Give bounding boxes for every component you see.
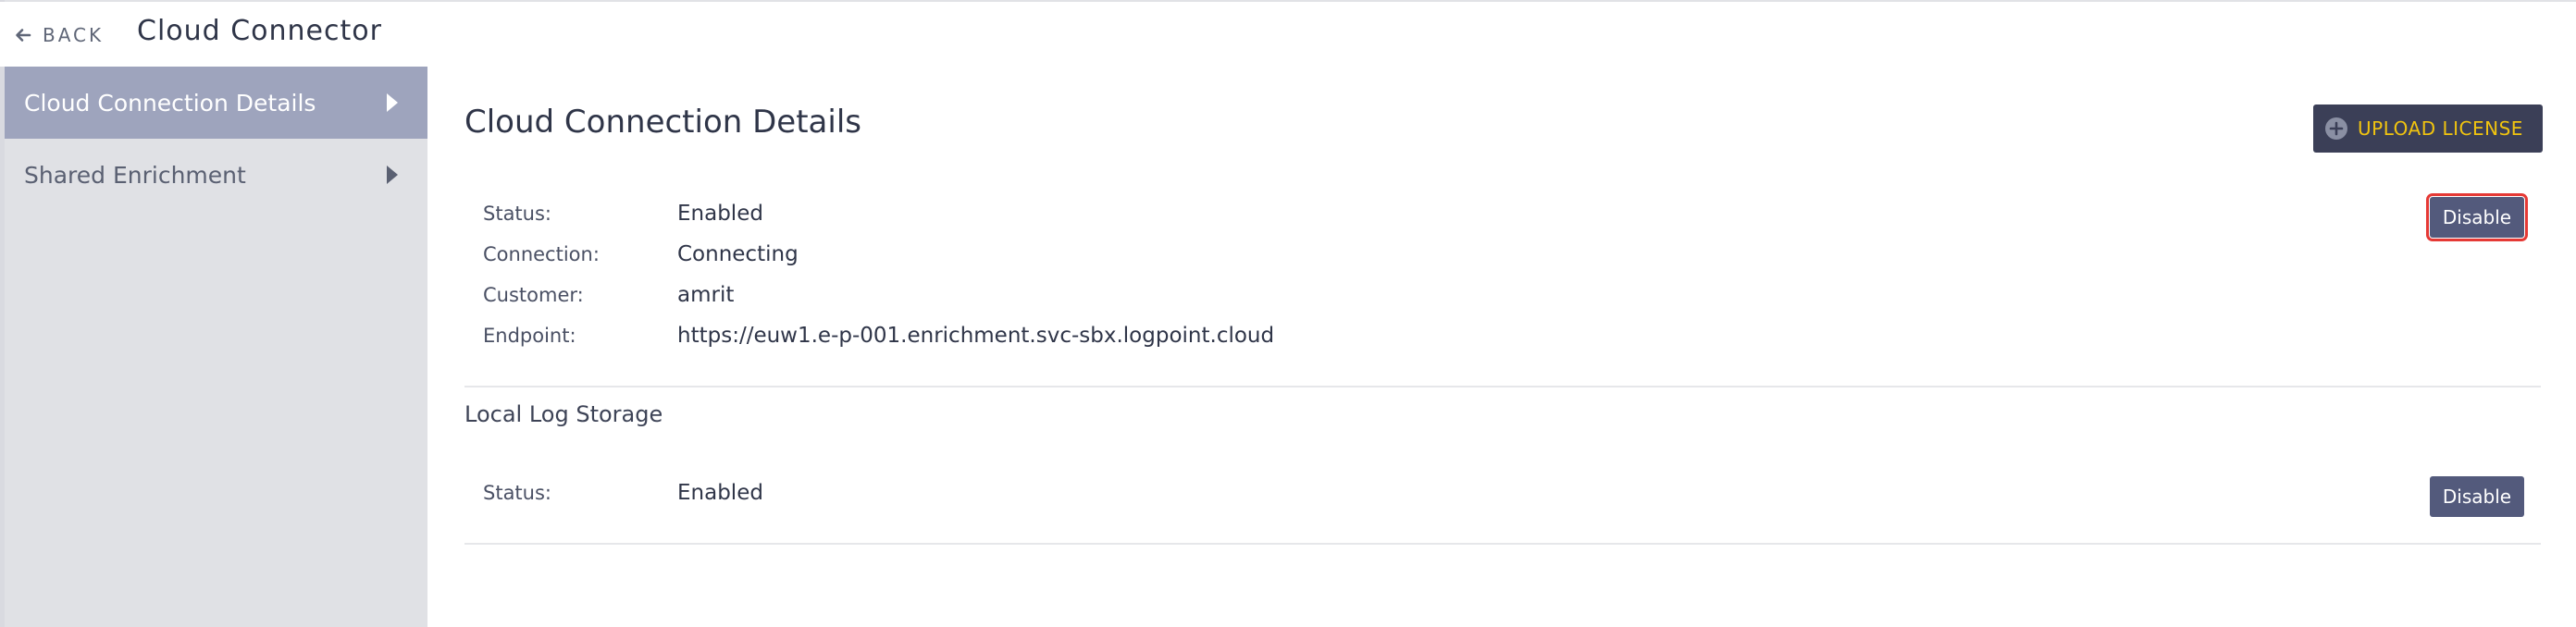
back-button[interactable]: BACK bbox=[15, 24, 104, 46]
section-divider bbox=[464, 543, 2541, 545]
sidebar-item-shared-enrichment[interactable]: Shared Enrichment bbox=[5, 139, 427, 211]
caret-right-icon bbox=[387, 93, 398, 112]
customer-value: amrit bbox=[677, 283, 735, 307]
disable-local-log-storage-button[interactable]: Disable bbox=[2430, 476, 2524, 517]
main-content: Cloud Connection Details UPLOAD LICENSE … bbox=[464, 67, 2543, 627]
plus-circle-icon bbox=[2325, 117, 2347, 140]
endpoint-row: Endpoint: https://euw1.e-p-001.enrichmen… bbox=[483, 322, 1274, 350]
disable-cloud-connection-button[interactable]: Disable bbox=[2426, 193, 2528, 241]
sidebar-item-label: Shared Enrichment bbox=[24, 161, 246, 189]
caret-right-icon bbox=[387, 166, 398, 184]
top-bar: BACK Cloud Connector bbox=[0, 2, 2576, 67]
customer-row: Customer: amrit bbox=[483, 281, 734, 309]
status-row: Status: Enabled bbox=[483, 200, 763, 227]
back-label: BACK bbox=[43, 24, 105, 46]
upload-license-label: UPLOAD LICENSE bbox=[2358, 117, 2523, 140]
status-value: Enabled bbox=[677, 202, 763, 226]
arrow-left-icon bbox=[16, 29, 31, 42]
upload-license-button[interactable]: UPLOAD LICENSE bbox=[2313, 104, 2543, 153]
sidebar-item-cloud-connection-details[interactable]: Cloud Connection Details bbox=[5, 67, 427, 139]
connection-row: Connection: Connecting bbox=[483, 240, 799, 268]
local-log-storage-title: Local Log Storage bbox=[464, 401, 663, 427]
local-status-label: Status: bbox=[483, 482, 551, 504]
status-label: Status: bbox=[483, 203, 551, 225]
connection-value: Connecting bbox=[677, 242, 799, 266]
sidebar: Cloud Connection Details Shared Enrichme… bbox=[5, 67, 427, 627]
section-divider bbox=[464, 386, 2541, 387]
customer-label: Customer: bbox=[483, 284, 584, 306]
local-status-value: Enabled bbox=[677, 481, 763, 505]
connection-label: Connection: bbox=[483, 243, 600, 265]
sidebar-item-label: Cloud Connection Details bbox=[24, 89, 316, 117]
endpoint-value: https://euw1.e-p-001.enrichment.svc-sbx.… bbox=[677, 324, 1275, 348]
app-title: Cloud Connector bbox=[137, 15, 382, 47]
local-status-row: Status: Enabled bbox=[483, 479, 763, 507]
endpoint-label: Endpoint: bbox=[483, 325, 576, 347]
page-title: Cloud Connection Details bbox=[464, 104, 861, 141]
